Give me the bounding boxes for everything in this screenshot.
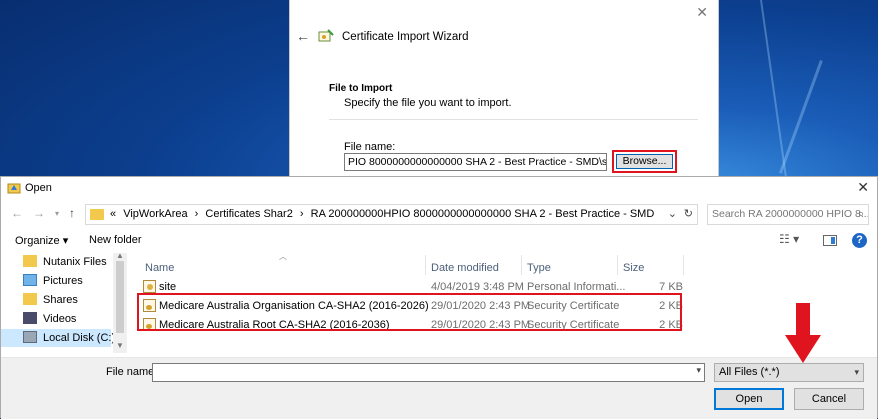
cancel-button[interactable]: Cancel [794,388,864,410]
sidebar-item-videos[interactable]: Videos [23,310,76,328]
scroll-down-icon[interactable]: ▼ [116,341,124,350]
column-header-size[interactable]: Size [623,259,644,277]
certificate-files-highlight-box [137,293,682,331]
light-beam [778,60,823,174]
breadcrumb-overflow[interactable]: « [110,208,116,220]
wizard-divider [329,119,698,120]
view-options-icon[interactable]: ☷ ▾ [779,232,799,246]
folder-icon [90,209,104,220]
sidebar-item-local-disk[interactable]: Local Disk (C:) [1,329,115,347]
organize-menu[interactable]: Organize ▾ [15,234,68,247]
column-separator [425,255,426,275]
dialog-close-icon[interactable]: ✕ [857,179,869,196]
sidebar-item-label: Videos [43,313,77,325]
file-type-filter-value: All Files (*.*) [719,366,780,378]
scrollbar-thumb[interactable] [116,261,124,333]
red-arrow-annotation-icon [785,303,821,363]
breadcrumb-item[interactable]: VipWorkArea [123,208,187,220]
browse-button[interactable]: Browse... [616,154,673,169]
command-bar: Organize ▾ New folder ☷ ▾ ? [1,229,877,253]
open-dialog-icon [7,183,21,194]
breadcrumb-item[interactable]: RA 200000000HPIO 8000000000000000 SHA 2 … [311,208,655,220]
browse-highlight-box: Browse... [612,150,677,173]
chevron-down-icon[interactable]: ▾ [696,365,701,376]
sidebar-item-label: Shares [43,294,78,306]
dialog-footer: File name: ▾ All Files (*.*) ▾ Open Canc… [1,357,877,419]
sidebar-item-label: Nutanix Files [43,256,107,268]
breadcrumb-separator: › [194,208,199,220]
dialog-title: Open [25,182,52,194]
wizard-title: Certificate Import Wizard [342,31,469,43]
forward-icon[interactable]: → [33,206,45,220]
certificate-wizard-icon [318,29,334,42]
sort-indicator-icon: ︿ [279,252,287,261]
sidebar-item-nutanix-files[interactable]: Nutanix Files [23,253,107,271]
refresh-icon[interactable]: ↻ [684,205,693,224]
drive-icon [23,331,37,343]
wizard-close-icon[interactable]: ✕ [696,4,708,21]
breadcrumb-item[interactable]: Certificates Shar2 [205,208,292,220]
navigation-pane: Nutanix Files Pictures Shares Videos Loc… [1,251,127,353]
new-folder-button[interactable]: New folder [89,234,142,246]
address-bar[interactable]: « VipWorkArea › Certificates Shar2 › RA … [85,204,698,225]
pictures-icon [23,274,37,286]
navigation-bar: ← → ▾ ↑ « VipWorkArea › Certificates Sha… [1,201,877,227]
folder-icon [23,293,37,305]
sidebar-item-pictures[interactable]: Pictures [23,272,83,290]
search-input[interactable]: Search RA 2000000000 HPIO 8... ⌕ [707,204,869,225]
open-dialog: Open ✕ ← → ▾ ↑ « VipWorkArea › Certifica… [0,176,878,419]
back-arrow-icon[interactable]: ← [296,28,310,44]
breadcrumb: « VipWorkArea › Certificates Shar2 › RA … [110,205,658,224]
scroll-up-icon[interactable]: ▲ [116,251,124,260]
wizard-file-name-label: File name: [344,141,396,153]
search-icon: ⌕ [858,208,864,220]
sidebar-item-label: Pictures [43,275,83,287]
pfx-file-icon [143,280,156,293]
search-placeholder: Search RA 2000000000 HPIO 8... [712,208,869,220]
sidebar-scrollbar[interactable]: ▲ ▼ [113,251,127,353]
file-type-filter-select[interactable]: All Files (*.*) ▾ [714,363,864,382]
dialog-titlebar: Open ✕ [1,177,877,199]
preview-pane-icon[interactable] [823,235,837,246]
column-separator [683,255,684,275]
chevron-down-icon: ▾ [854,367,859,377]
certificate-import-wizard: ✕ ← Certificate Import Wizard File to Im… [289,0,719,176]
column-header-name[interactable]: Name [145,259,174,277]
wizard-section-subtitle: Specify the file you want to import. [344,97,512,109]
videos-icon [23,312,37,324]
light-beam [760,0,788,179]
column-header-type[interactable]: Type [527,259,551,277]
sidebar-item-label: Local Disk (C:) [43,332,116,344]
open-button[interactable]: Open [714,388,784,410]
address-dropdown-icon[interactable]: ⌄ [668,205,677,224]
up-icon[interactable]: ↑ [69,206,75,220]
file-name-input[interactable]: ▾ [152,363,705,382]
back-icon[interactable]: ← [11,206,23,220]
column-separator [617,255,618,275]
column-separator [521,255,522,275]
help-icon[interactable]: ? [852,233,867,248]
file-name-label: File name: [106,366,158,378]
recent-locations-icon[interactable]: ▾ [55,209,59,218]
column-header-date-modified[interactable]: Date modified [431,259,499,277]
folder-icon [23,255,37,267]
wizard-file-name-input[interactable]: PIO 8000000000000000 SHA 2 - Best Practi… [344,153,607,171]
sidebar-item-shares[interactable]: Shares [23,291,78,309]
wizard-section-title: File to Import [329,83,393,94]
breadcrumb-separator: › [299,208,304,220]
